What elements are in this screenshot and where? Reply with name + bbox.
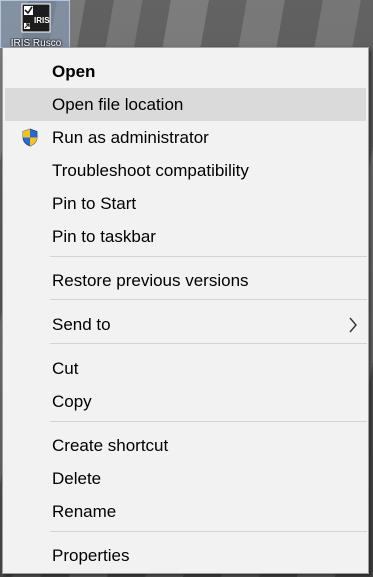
menu-item-label: Run as administrator	[52, 128, 209, 147]
menu-item-properties[interactable]: Properties	[5, 539, 366, 572]
menu-item-pin-to-taskbar[interactable]: Pin to taskbar	[5, 220, 366, 253]
menu-separator	[50, 343, 367, 344]
menu-item-copy[interactable]: Copy	[5, 385, 366, 418]
svg-text:IRIS: IRIS	[34, 16, 50, 25]
menu-item-restore-previous-versions[interactable]: Restore previous versions	[5, 264, 366, 297]
chevron-right-icon	[349, 317, 357, 333]
menu-item-label: Delete	[52, 469, 102, 488]
menu-item-open-file-location[interactable]: Open file location	[5, 88, 366, 121]
menu-item-cut[interactable]: Cut	[5, 352, 366, 385]
iris-app-icon: IRIS	[21, 3, 51, 33]
menu-item-send-to[interactable]: Send to	[5, 308, 366, 341]
menu-item-label: Cut	[52, 359, 79, 378]
menu-separator	[50, 531, 367, 532]
menu-item-troubleshoot-compatibility[interactable]: Troubleshoot compatibility	[5, 154, 366, 187]
context-menu: Open Open file location Run as administr…	[2, 47, 369, 574]
menu-item-label: Create shortcut	[52, 436, 169, 455]
menu-item-create-shortcut[interactable]: Create shortcut	[5, 429, 366, 462]
menu-item-rename[interactable]: Rename	[5, 495, 366, 528]
menu-item-pin-to-start[interactable]: Pin to Start	[5, 187, 366, 220]
menu-item-label: Send to	[52, 315, 111, 334]
desktop-shortcut[interactable]: IRIS IRIS Rusco	[0, 0, 70, 49]
menu-item-label: Properties	[52, 546, 130, 565]
menu-item-label: Restore previous versions	[52, 271, 249, 290]
menu-item-label: Troubleshoot compatibility	[52, 161, 249, 180]
menu-item-label: Open file location	[52, 95, 184, 114]
menu-item-label: Pin to taskbar	[52, 227, 156, 246]
uac-shield-icon	[22, 128, 38, 147]
menu-item-run-as-administrator[interactable]: Run as administrator	[5, 121, 366, 154]
menu-separator	[50, 421, 367, 422]
menu-item-label: Open	[52, 62, 96, 81]
menu-separator	[50, 299, 367, 300]
menu-item-label: Rename	[52, 502, 117, 521]
menu-item-label: Pin to Start	[52, 194, 137, 213]
menu-item-label: Copy	[52, 392, 92, 411]
menu-item-delete[interactable]: Delete	[5, 462, 366, 495]
menu-item-open[interactable]: Open	[5, 55, 366, 88]
menu-separator	[50, 256, 367, 257]
